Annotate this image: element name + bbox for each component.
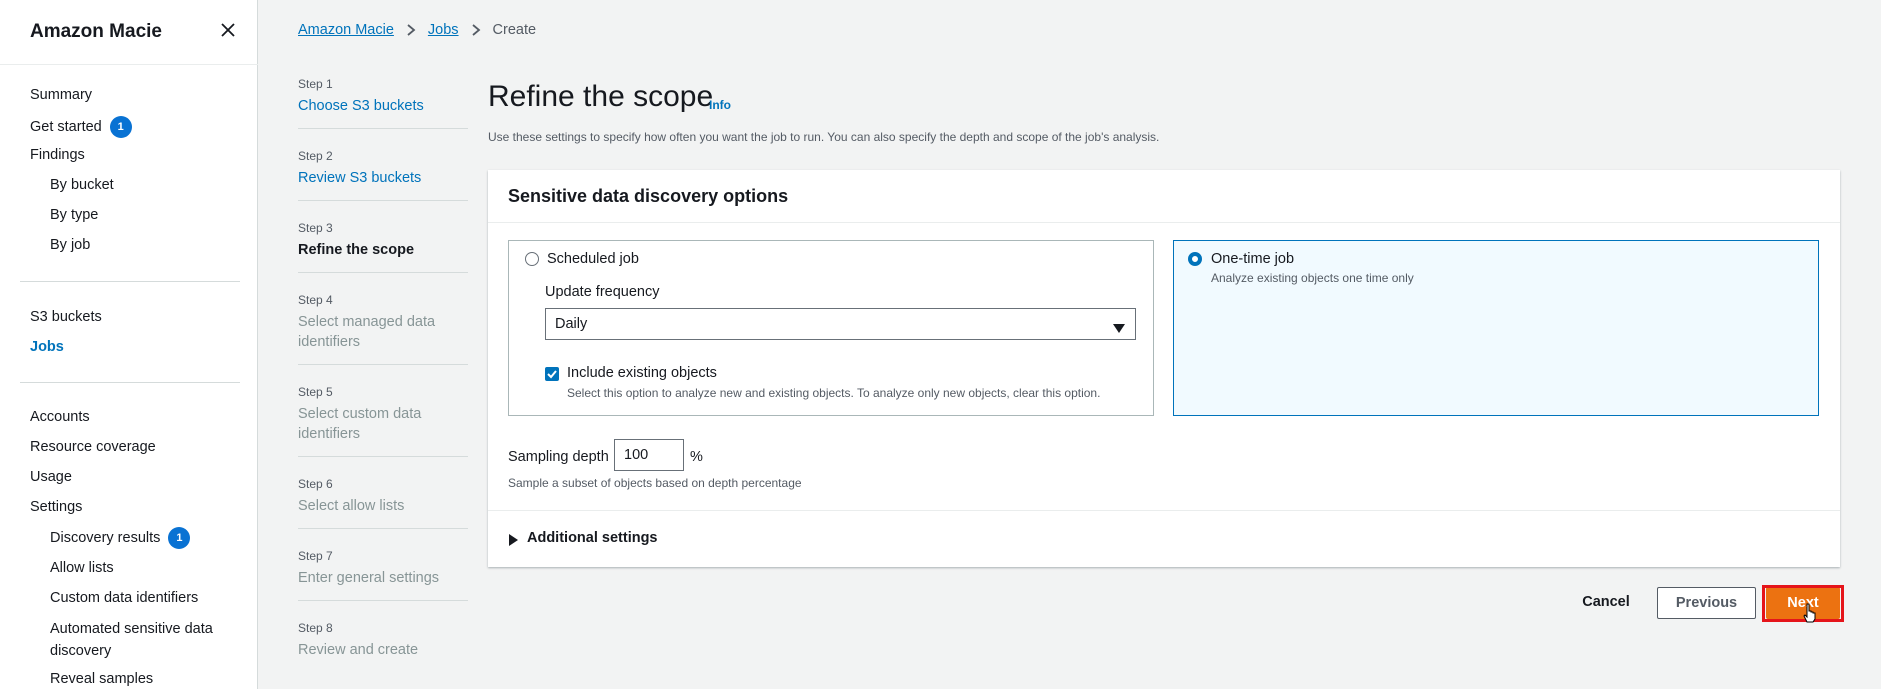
sampling-depth-description: Sample a subset of objects based on dept… bbox=[508, 476, 802, 490]
update-frequency-label: Update frequency bbox=[545, 284, 660, 300]
step-number: Step 3 bbox=[298, 221, 333, 235]
sidebar-title: Amazon Macie bbox=[30, 21, 162, 42]
wizard-step-2: Step 2 Review S3 buckets bbox=[298, 149, 468, 188]
wizard-step-4: Step 4 Select managed data identifiers bbox=[298, 293, 468, 352]
step-divider bbox=[298, 600, 468, 601]
step-divider bbox=[298, 528, 468, 529]
one-time-job-radio[interactable] bbox=[1188, 252, 1202, 266]
wizard-step-5: Step 5 Select custom data identifiers bbox=[298, 385, 468, 444]
include-existing-objects-label: Include existing objects bbox=[567, 365, 717, 381]
step-number: Step 2 bbox=[298, 149, 333, 163]
include-existing-objects-description: Select this option to analyze new and ex… bbox=[567, 386, 1101, 400]
update-frequency-value: Daily bbox=[555, 316, 588, 332]
step-number: Step 1 bbox=[298, 77, 333, 91]
step-number: Step 4 bbox=[298, 293, 333, 307]
one-time-job-label: One-time job bbox=[1211, 251, 1295, 267]
breadcrumb: Amazon Macie Jobs Create bbox=[298, 22, 536, 38]
sidebar-item-allow-lists[interactable]: Allow lists bbox=[50, 560, 114, 576]
one-time-job-description: Analyze existing objects one time only bbox=[1211, 271, 1414, 285]
chevron-right-icon bbox=[406, 23, 416, 37]
wizard-step-6: Step 6 Select allow lists bbox=[298, 477, 468, 516]
sidebar-item-accounts[interactable]: Accounts bbox=[30, 409, 90, 425]
sidebar-item-jobs[interactable]: Jobs bbox=[30, 339, 64, 355]
step-divider bbox=[298, 456, 468, 457]
step-link-review-s3-buckets[interactable]: Review S3 buckets bbox=[298, 168, 468, 188]
sidebar-item-findings[interactable]: Findings bbox=[30, 147, 85, 163]
step-link-choose-s3-buckets[interactable]: Choose S3 buckets bbox=[298, 96, 468, 116]
sidebar-item-label: Discovery results bbox=[50, 529, 161, 546]
side-navigation: Amazon Macie Summary Get started 1 Findin… bbox=[0, 0, 258, 689]
sidebar-divider bbox=[20, 281, 240, 282]
sidebar-item-automated-sensitive-data-discovery[interactable]: Automated sensitive data discovery bbox=[50, 618, 240, 662]
notification-badge: 1 bbox=[109, 116, 132, 138]
breadcrumb-link-jobs[interactable]: Jobs bbox=[428, 22, 459, 38]
sidebar-item-s3-buckets[interactable]: S3 buckets bbox=[30, 309, 102, 325]
step-title: Select managed data identifiers bbox=[298, 314, 436, 350]
cancel-button[interactable]: Cancel bbox=[1566, 586, 1646, 618]
scheduled-job-tile[interactable]: Scheduled job Update frequency Daily Inc… bbox=[508, 240, 1154, 416]
wizard-step-3: Step 3 Refine the scope bbox=[298, 221, 468, 260]
notification-badge: 1 bbox=[168, 527, 191, 549]
sampling-depth-label: Sampling depth bbox=[508, 449, 609, 465]
page-title: Refine the scope bbox=[488, 80, 714, 113]
panel-header: Sensitive data discovery options bbox=[488, 170, 1840, 223]
sidebar-divider bbox=[0, 64, 258, 65]
sidebar-item-reveal-samples[interactable]: Reveal samples bbox=[50, 671, 153, 687]
panel-title: Sensitive data discovery options bbox=[508, 186, 789, 206]
sidebar-divider bbox=[20, 382, 240, 383]
step-number: Step 6 bbox=[298, 477, 333, 491]
breadcrumb-current: Create bbox=[492, 22, 537, 38]
sidebar-item-get-started[interactable]: Get started 1 bbox=[30, 116, 132, 138]
step-current-refine-the-scope: Refine the scope bbox=[298, 242, 415, 258]
chevron-right-icon bbox=[471, 23, 481, 37]
include-existing-objects-checkbox[interactable] bbox=[545, 367, 559, 381]
sidebar-item-by-type[interactable]: By type bbox=[50, 207, 98, 223]
breadcrumb-link-amazon-macie[interactable]: Amazon Macie bbox=[298, 22, 394, 38]
page-description: Use these settings to specify how often … bbox=[488, 130, 1160, 144]
close-icon[interactable] bbox=[218, 20, 238, 40]
step-divider bbox=[298, 272, 468, 273]
caret-down-icon bbox=[1113, 320, 1125, 338]
step-title: Select custom data identifiers bbox=[298, 406, 422, 442]
sidebar-item-custom-data-identifiers[interactable]: Custom data identifiers bbox=[50, 590, 198, 606]
step-number: Step 8 bbox=[298, 621, 333, 635]
sidebar-item-settings[interactable]: Settings bbox=[30, 499, 82, 515]
sidebar-item-discovery-results[interactable]: Discovery results 1 bbox=[50, 527, 191, 549]
step-title: Review and create bbox=[298, 642, 419, 658]
wizard-step-8: Step 8 Review and create bbox=[298, 621, 468, 660]
sidebar-item-label: Get started bbox=[30, 118, 102, 135]
previous-button[interactable]: Previous bbox=[1657, 587, 1756, 619]
step-divider bbox=[298, 200, 468, 201]
sidebar-item-by-bucket[interactable]: By bucket bbox=[50, 177, 114, 193]
update-frequency-select[interactable]: Daily bbox=[545, 308, 1136, 340]
info-link[interactable]: Info bbox=[709, 98, 731, 112]
sidebar-item-by-job[interactable]: By job bbox=[50, 237, 90, 253]
scheduled-job-label: Scheduled job bbox=[547, 251, 639, 267]
sidebar-item-resource-coverage[interactable]: Resource coverage bbox=[30, 439, 156, 455]
hand-cursor-icon bbox=[1802, 603, 1818, 628]
wizard-step-7: Step 7 Enter general settings bbox=[298, 549, 468, 588]
step-number: Step 7 bbox=[298, 549, 333, 563]
additional-settings-label: Additional settings bbox=[527, 530, 658, 546]
step-number: Step 5 bbox=[298, 385, 333, 399]
discovery-options-panel: Sensitive data discovery options Schedul… bbox=[488, 170, 1840, 567]
sampling-depth-unit: % bbox=[690, 449, 703, 465]
sidebar-item-usage[interactable]: Usage bbox=[30, 469, 72, 485]
step-title: Enter general settings bbox=[298, 570, 440, 586]
sampling-depth-input[interactable] bbox=[614, 439, 684, 471]
scheduled-job-radio[interactable] bbox=[525, 252, 539, 266]
additional-settings-expander[interactable]: Additional settings bbox=[488, 510, 1840, 567]
step-divider bbox=[298, 364, 468, 365]
sidebar-item-summary[interactable]: Summary bbox=[30, 87, 92, 103]
caret-right-icon bbox=[509, 533, 518, 551]
step-divider bbox=[298, 128, 468, 129]
one-time-job-tile[interactable]: One-time job Analyze existing objects on… bbox=[1173, 240, 1819, 416]
wizard-step-1: Step 1 Choose S3 buckets bbox=[298, 77, 468, 116]
step-title: Select allow lists bbox=[298, 498, 405, 514]
